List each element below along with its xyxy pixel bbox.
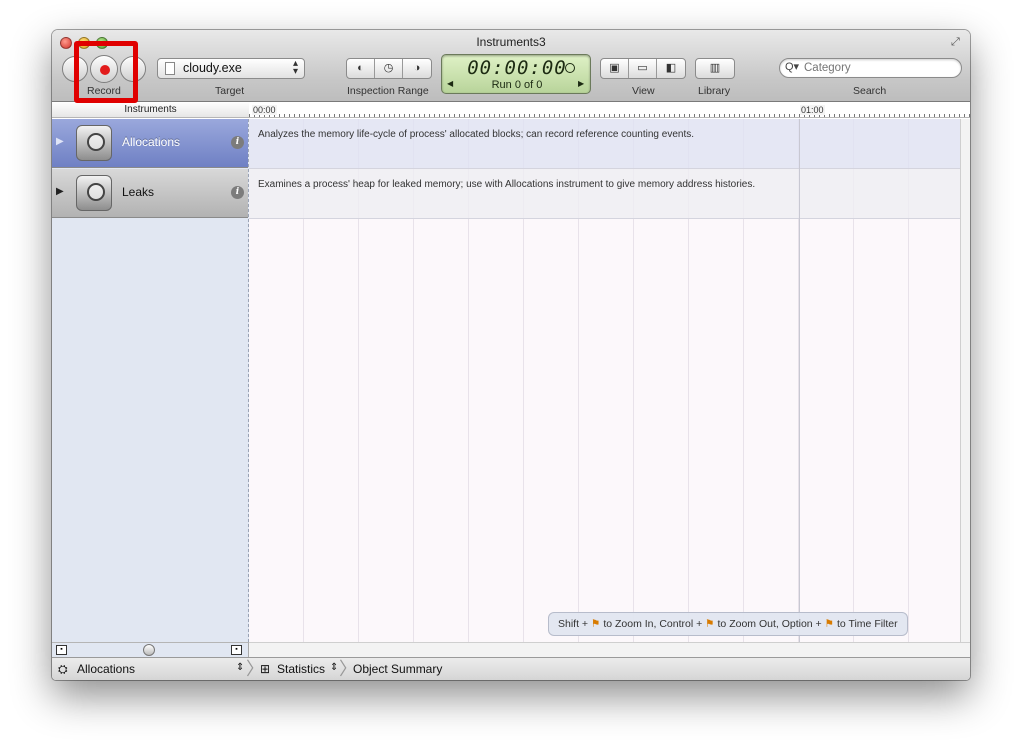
library-label: Library (698, 85, 731, 97)
hint-text: to Time Filter (836, 618, 898, 630)
breadcrumb-separator-icon: 〉 (246, 659, 264, 679)
disclosure-triangle-icon[interactable]: ▶ (56, 186, 64, 197)
instrument-row-allocations[interactable]: ▶ Allocations i (52, 119, 248, 168)
view-control: ▣ ▭ ◧ (600, 58, 686, 79)
track-row-allocations[interactable]: Analyzes the memory life-cycle of proces… (249, 119, 960, 169)
target-value: cloudy.exe (183, 61, 242, 75)
info-icon[interactable]: i (231, 186, 244, 199)
target-label: Target (215, 85, 245, 97)
vertical-scrollbar[interactable] (960, 119, 970, 642)
info-icon[interactable]: i (231, 136, 244, 149)
ruler-start-label: 00:00 (252, 105, 277, 115)
disclosure-triangle-icon[interactable]: ▶ (56, 136, 64, 147)
view-label: View (632, 85, 655, 97)
hint-text: to Zoom Out, Option + (717, 618, 822, 630)
allocations-instrument-icon (76, 125, 112, 161)
range-clear-icon[interactable]: ◷ (375, 59, 403, 78)
instrument-name: Allocations (122, 135, 181, 149)
library-control: ▥ (695, 58, 735, 79)
hint-text: to Zoom In, Control + (603, 618, 703, 630)
next-run-icon[interactable]: ▶ (578, 79, 584, 88)
sidebar-footer: ▪ ▪ (52, 642, 249, 657)
instrument-selector[interactable]: Allocations (77, 662, 135, 676)
zoom-glyph-icon: ⚑ (824, 618, 835, 630)
run-counter: Run 0 of 0 (491, 79, 543, 91)
inspection-range-label: Inspection Range (347, 85, 429, 97)
search-input[interactable] (779, 58, 962, 78)
search-icon: Q▾ (785, 61, 800, 73)
inspection-range-control: ◐ ◷ ◑ (346, 58, 432, 79)
zoom-glyph-icon: ⚑ (705, 618, 715, 630)
time-ruler[interactable]: 00:00 01:00 (249, 103, 970, 118)
instrument-row-leaks[interactable]: ▶ Leaks i (52, 169, 248, 218)
selector-arrows-icon[interactable]: ⇕ (330, 662, 338, 673)
time-marker-line (799, 119, 800, 642)
ruler-mark-label: 01:00 (800, 105, 825, 115)
timer-display: 00:00:00 ◀ Run 0 of 0 ▶ (441, 54, 591, 94)
zoom-hint: Shift + ⚑ to Zoom In, Control + ⚑ to Zoo… (548, 612, 908, 636)
hint-text: Shift + (558, 618, 589, 630)
instrument-name: Leaks (122, 185, 155, 199)
instrument-icon: ⛭ (58, 662, 68, 676)
toolbar: Instruments3 ⤢ Record cloudy.exe ▴ ▾ Targ… (52, 30, 970, 103)
large-track-size-icon[interactable]: ▪ (231, 645, 242, 655)
track-row-leaks[interactable]: Examines a process' heap for leaked memo… (249, 169, 960, 219)
view-detail-icon[interactable]: ▭ (629, 59, 657, 78)
breadcrumb-separator-icon: 〉 (339, 659, 357, 679)
record-highlight-annotation (74, 41, 138, 103)
leaks-instrument-icon (76, 175, 112, 211)
instruments-header: Instruments (52, 103, 249, 118)
view-extended-icon[interactable]: ◧ (657, 59, 685, 78)
statistics-breadcrumb[interactable]: Statistics (277, 662, 325, 676)
instruments-list: ▶ Allocations i ▶ Leaks i (52, 119, 249, 642)
view-sidebar-icon[interactable]: ▣ (601, 59, 629, 78)
selector-arrows-icon[interactable]: ⇕ (236, 662, 244, 673)
fullscreen-icon[interactable]: ⤢ (951, 36, 965, 48)
track-size-slider[interactable] (143, 644, 155, 656)
clock-icon (565, 63, 575, 73)
document-icon (165, 62, 175, 75)
table-icon: ⊞ (260, 662, 271, 676)
range-end-icon[interactable]: ◑ (403, 59, 431, 78)
timeline-track-area[interactable]: Analyzes the memory life-cycle of proces… (249, 119, 960, 642)
window-title: Instruments3 (476, 35, 546, 49)
track-description: Examines a process' heap for leaked memo… (258, 179, 756, 190)
small-track-size-icon[interactable]: ▪ (56, 645, 67, 655)
object-summary-breadcrumb[interactable]: Object Summary (353, 662, 442, 676)
horizontal-scrollbar[interactable] (249, 642, 970, 657)
popup-arrows-icon: ▴ ▾ (292, 58, 298, 77)
zoom-glyph-icon: ⚑ (590, 618, 601, 630)
range-start-icon[interactable]: ◐ (347, 59, 375, 78)
target-popup[interactable]: cloudy.exe ▴ ▾ (157, 58, 305, 79)
track-description: Analyzes the memory life-cycle of proces… (258, 129, 695, 140)
instruments-window: Instruments3 ⤢ Record cloudy.exe ▴ ▾ Targ… (52, 30, 970, 680)
library-icon[interactable]: ▥ (696, 59, 734, 78)
search-label: Search (853, 85, 887, 97)
status-bar: ⛭ Allocations ⇕ 〉 ⊞ Statistics ⇕ 〉 Objec… (52, 657, 970, 680)
